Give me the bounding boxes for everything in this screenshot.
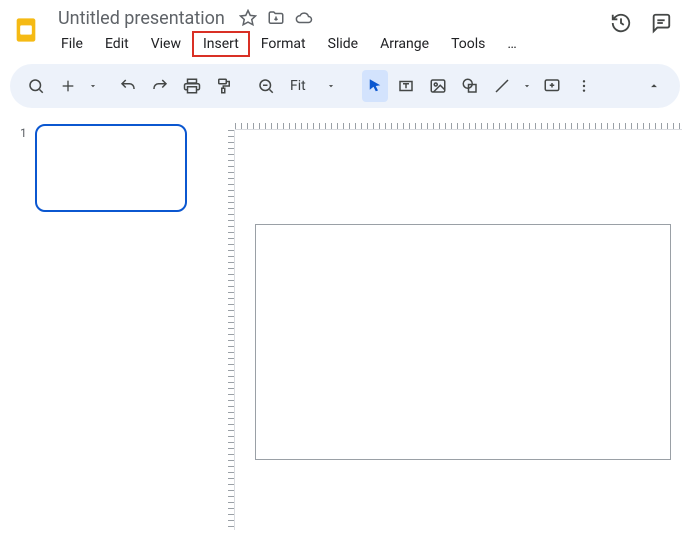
menu-tools[interactable]: Tools <box>440 31 496 57</box>
star-icon[interactable] <box>239 9 257 27</box>
comments-icon[interactable] <box>650 12 672 34</box>
horizontal-ruler <box>235 114 682 130</box>
shape-tool[interactable] <box>456 72 484 100</box>
cloud-status-icon[interactable] <box>295 9 313 27</box>
doc-title[interactable]: Untitled presentation <box>54 8 229 29</box>
new-slide-button[interactable] <box>54 72 82 100</box>
history-icon[interactable] <box>610 12 632 34</box>
line-tool-dropdown[interactable] <box>520 72 534 100</box>
zoom-out-icon[interactable] <box>252 72 280 100</box>
canvas-area <box>215 114 690 538</box>
menu-file[interactable]: File <box>50 31 94 57</box>
move-to-folder-icon[interactable] <box>267 9 285 27</box>
menu-edit[interactable]: Edit <box>94 31 140 57</box>
print-button[interactable] <box>178 72 206 100</box>
undo-button[interactable] <box>114 72 142 100</box>
slide-thumbnail[interactable] <box>35 124 187 212</box>
select-tool[interactable] <box>362 70 388 102</box>
menu-format[interactable]: Format <box>250 31 317 57</box>
new-slide-dropdown[interactable] <box>86 72 100 100</box>
menu-slide[interactable]: Slide <box>317 31 369 57</box>
vertical-ruler <box>219 130 235 530</box>
redo-button[interactable] <box>146 72 174 100</box>
zoom-level-button[interactable]: Fit <box>284 72 312 100</box>
slide-canvas[interactable] <box>255 224 671 460</box>
filmstrip: 1 <box>0 114 215 538</box>
menu-overflow[interactable]: … <box>496 31 527 57</box>
collapse-toolbar-button[interactable] <box>640 72 668 100</box>
toolbar: Fit <box>10 64 680 108</box>
menu-view[interactable]: View <box>140 31 192 57</box>
zoom-level-label: Fit <box>290 78 306 94</box>
search-menus-icon[interactable] <box>22 72 50 100</box>
image-tool[interactable] <box>424 72 452 100</box>
paint-format-button[interactable] <box>210 72 238 100</box>
textbox-tool[interactable] <box>392 72 420 100</box>
slide-thumbnail-number: 1 <box>20 126 27 140</box>
menu-insert[interactable]: Insert <box>192 31 250 57</box>
slides-logo[interactable] <box>8 12 44 48</box>
zoom-dropdown[interactable] <box>316 81 346 91</box>
menu-arrange[interactable]: Arrange <box>369 31 440 57</box>
toolbar-overflow-button[interactable] <box>570 72 598 100</box>
line-tool[interactable] <box>488 72 516 100</box>
comment-insert-button[interactable] <box>538 72 566 100</box>
menubar: File Edit View Insert Format Slide Arran… <box>50 30 610 58</box>
